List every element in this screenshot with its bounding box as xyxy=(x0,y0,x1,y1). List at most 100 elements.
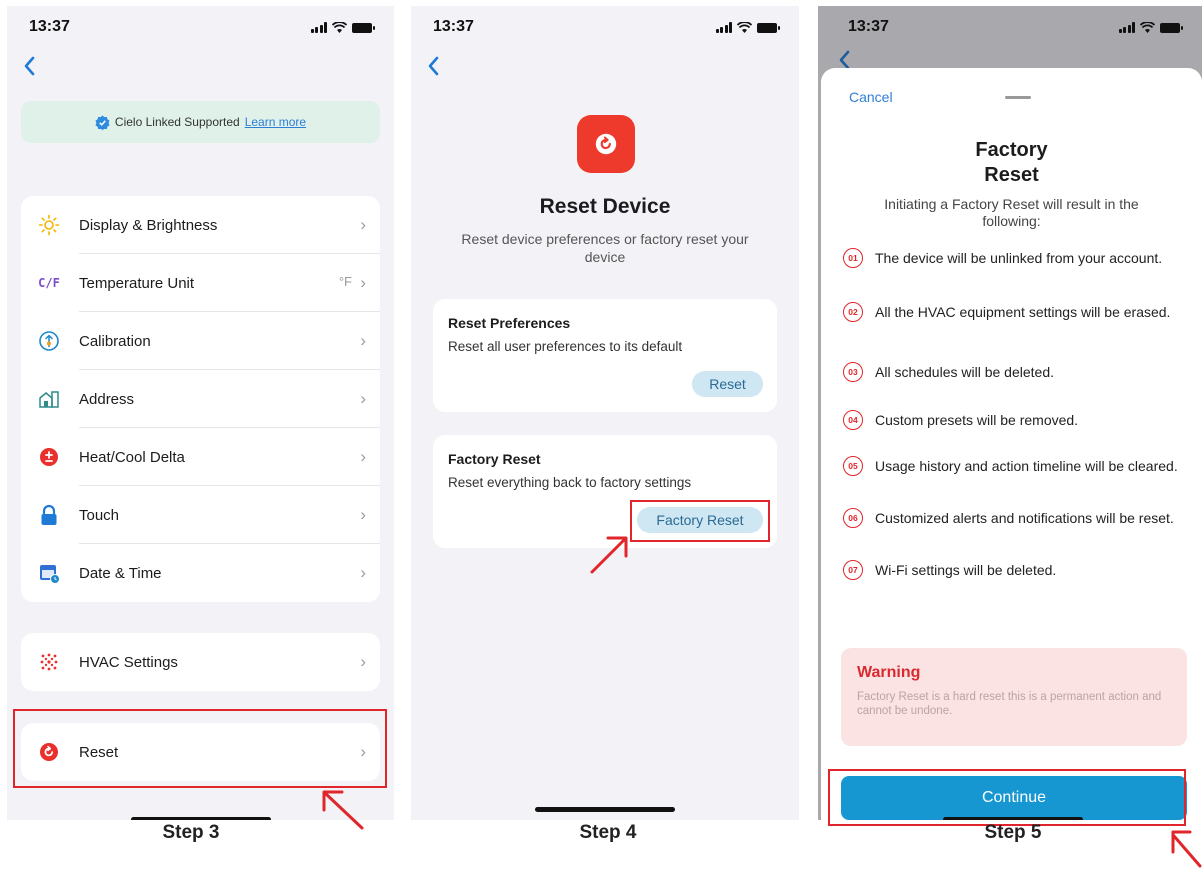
consequence-item: 07 Wi-Fi settings will be deleted. xyxy=(843,560,1182,580)
page-subtitle: Reset device preferences or factory rese… xyxy=(461,231,749,265)
reset-device-screen: 13:37 Reset Device Reset device preferen… xyxy=(411,6,799,820)
item-number: 01 xyxy=(843,248,863,268)
highlight-factory-reset xyxy=(630,500,770,542)
chevron-right-icon: › xyxy=(360,505,366,524)
sheet-title-line1: Factory xyxy=(975,139,1048,161)
chevron-right-icon: › xyxy=(360,563,366,582)
step-4-label: Step 4 xyxy=(579,822,637,843)
lock-icon xyxy=(37,503,61,527)
item-number: 02 xyxy=(843,302,863,322)
item-text: The device will be unlinked from your ac… xyxy=(875,250,1163,266)
settings-item-temperature-unit[interactable]: C/F Temperature Unit °F › xyxy=(21,254,380,312)
wifi-icon xyxy=(737,22,752,33)
factory-reset-sheet: Cancel Factory Reset Initiating a Factor… xyxy=(821,68,1202,820)
cf-icon: C/F xyxy=(38,276,60,290)
battery-icon xyxy=(1160,22,1183,33)
arrow-to-reset-icon xyxy=(322,790,364,830)
settings-item-label: Address xyxy=(79,390,135,408)
settings-item-label: Display & Brightness xyxy=(79,216,218,234)
item-text: Usage history and action timeline will b… xyxy=(875,458,1178,474)
step-5-label: Step 5 xyxy=(984,822,1042,843)
step-3-label: Step 3 xyxy=(162,822,220,843)
reset-app-icon xyxy=(577,115,635,173)
highlight-continue xyxy=(828,769,1186,826)
chevron-right-icon: › xyxy=(360,389,366,408)
item-text: Customized alerts and notifications will… xyxy=(875,510,1174,526)
chevron-right-icon: › xyxy=(360,652,366,671)
home-indicator xyxy=(130,817,271,820)
settings-item-label: Calibration xyxy=(79,332,151,350)
sheet-subtitle: Initiating a Factory Reset will result i… xyxy=(884,196,1139,229)
item-number: 07 xyxy=(843,560,863,580)
arrow-to-factory-reset-icon xyxy=(590,536,628,574)
cielo-linked-banner: Cielo Linked Supported Learn more xyxy=(21,101,380,143)
settings-screen: 13:37 Cielo Linked Supported Learn more … xyxy=(7,6,394,820)
item-number: 03 xyxy=(843,362,863,382)
consequence-item: 02 All the HVAC equipment settings will … xyxy=(843,302,1182,322)
hvac-card: HVAC Settings › xyxy=(21,633,380,691)
settings-item-heat-cool-delta[interactable]: Heat/Cool Delta › xyxy=(21,428,380,486)
consequence-item: 04 Custom presets will be removed. xyxy=(843,410,1182,430)
back-chevron-icon[interactable] xyxy=(21,54,39,78)
calibration-icon xyxy=(37,329,61,353)
settings-item-date-time[interactable]: Date & Time › xyxy=(21,544,380,602)
consequence-item: 06 Customized alerts and notifications w… xyxy=(843,508,1182,528)
calendar-icon xyxy=(37,561,61,585)
reset-preferences-card: Reset Preferences Reset all user prefere… xyxy=(433,299,777,412)
settings-item-touch[interactable]: Touch › xyxy=(21,486,380,544)
battery-icon xyxy=(352,22,375,33)
reset-preferences-desc: Reset all user preferences to its defaul… xyxy=(448,339,683,354)
page-title: Reset Device xyxy=(539,195,671,218)
settings-item-label: Temperature Unit xyxy=(79,274,195,292)
settings-item-address[interactable]: Address › xyxy=(21,370,380,428)
arrow-to-continue-icon xyxy=(1171,830,1202,868)
status-bar: 13:37 xyxy=(818,18,1202,40)
factory-reset-title: Factory Reset xyxy=(448,451,541,467)
battery-icon xyxy=(757,22,780,33)
sheet-grabber[interactable] xyxy=(1005,96,1031,99)
signal-icon xyxy=(310,22,327,33)
settings-item-label: Date & Time xyxy=(79,564,162,582)
hvac-dots-icon xyxy=(37,650,61,674)
temperature-unit-value: °F xyxy=(338,274,352,289)
status-bar: 13:37 xyxy=(7,18,394,40)
settings-item-display-brightness[interactable]: Display & Brightness › xyxy=(21,196,380,254)
consequence-item: 03 All schedules will be deleted. xyxy=(843,362,1182,382)
sun-icon xyxy=(37,213,61,237)
back-chevron-icon[interactable] xyxy=(425,54,443,78)
address-icon xyxy=(37,387,61,411)
sheet-title: Factory Reset xyxy=(821,138,1202,188)
factory-reset-desc: Reset everything back to factory setting… xyxy=(448,475,692,490)
wifi-icon xyxy=(1140,22,1155,33)
home-indicator xyxy=(535,807,675,812)
banner-text: Cielo Linked Supported xyxy=(114,115,240,129)
item-text: Custom presets will be removed. xyxy=(875,412,1079,428)
signal-icon xyxy=(1118,22,1135,33)
status-time: 13:37 xyxy=(848,18,889,35)
reset-preferences-title: Reset Preferences xyxy=(448,315,571,331)
warning-box: Warning Factory Reset is a hard reset th… xyxy=(841,648,1187,746)
learn-more-link[interactable]: Learn more xyxy=(245,115,306,129)
delta-icon xyxy=(37,445,61,469)
settings-item-calibration[interactable]: Calibration › xyxy=(21,312,380,370)
signal-icon xyxy=(715,22,732,33)
consequence-item: 01 The device will be unlinked from your… xyxy=(843,248,1182,268)
item-number: 05 xyxy=(843,456,863,476)
item-number: 04 xyxy=(843,410,863,430)
settings-list: Display & Brightness › C/F Temperature U… xyxy=(21,196,380,602)
status-bar: 13:37 xyxy=(411,18,799,40)
item-text: Wi-Fi settings will be deleted. xyxy=(875,562,1057,578)
settings-item-hvac[interactable]: HVAC Settings › xyxy=(21,633,380,691)
settings-item-label: Heat/Cool Delta xyxy=(79,448,185,466)
item-text: All schedules will be deleted. xyxy=(875,364,1054,380)
reset-preferences-button[interactable]: Reset xyxy=(692,371,763,397)
status-time: 13:37 xyxy=(433,18,474,35)
chevron-right-icon: › xyxy=(360,331,366,350)
warning-title: Warning xyxy=(857,664,921,681)
item-text: All the HVAC equipment settings will be … xyxy=(875,304,1171,320)
warning-text: Factory Reset is a hard reset this is a … xyxy=(857,691,1162,717)
chevron-right-icon: › xyxy=(360,215,366,234)
chevron-right-icon: › xyxy=(360,447,366,466)
wifi-icon xyxy=(332,22,347,33)
cancel-button[interactable]: Cancel xyxy=(849,89,893,105)
